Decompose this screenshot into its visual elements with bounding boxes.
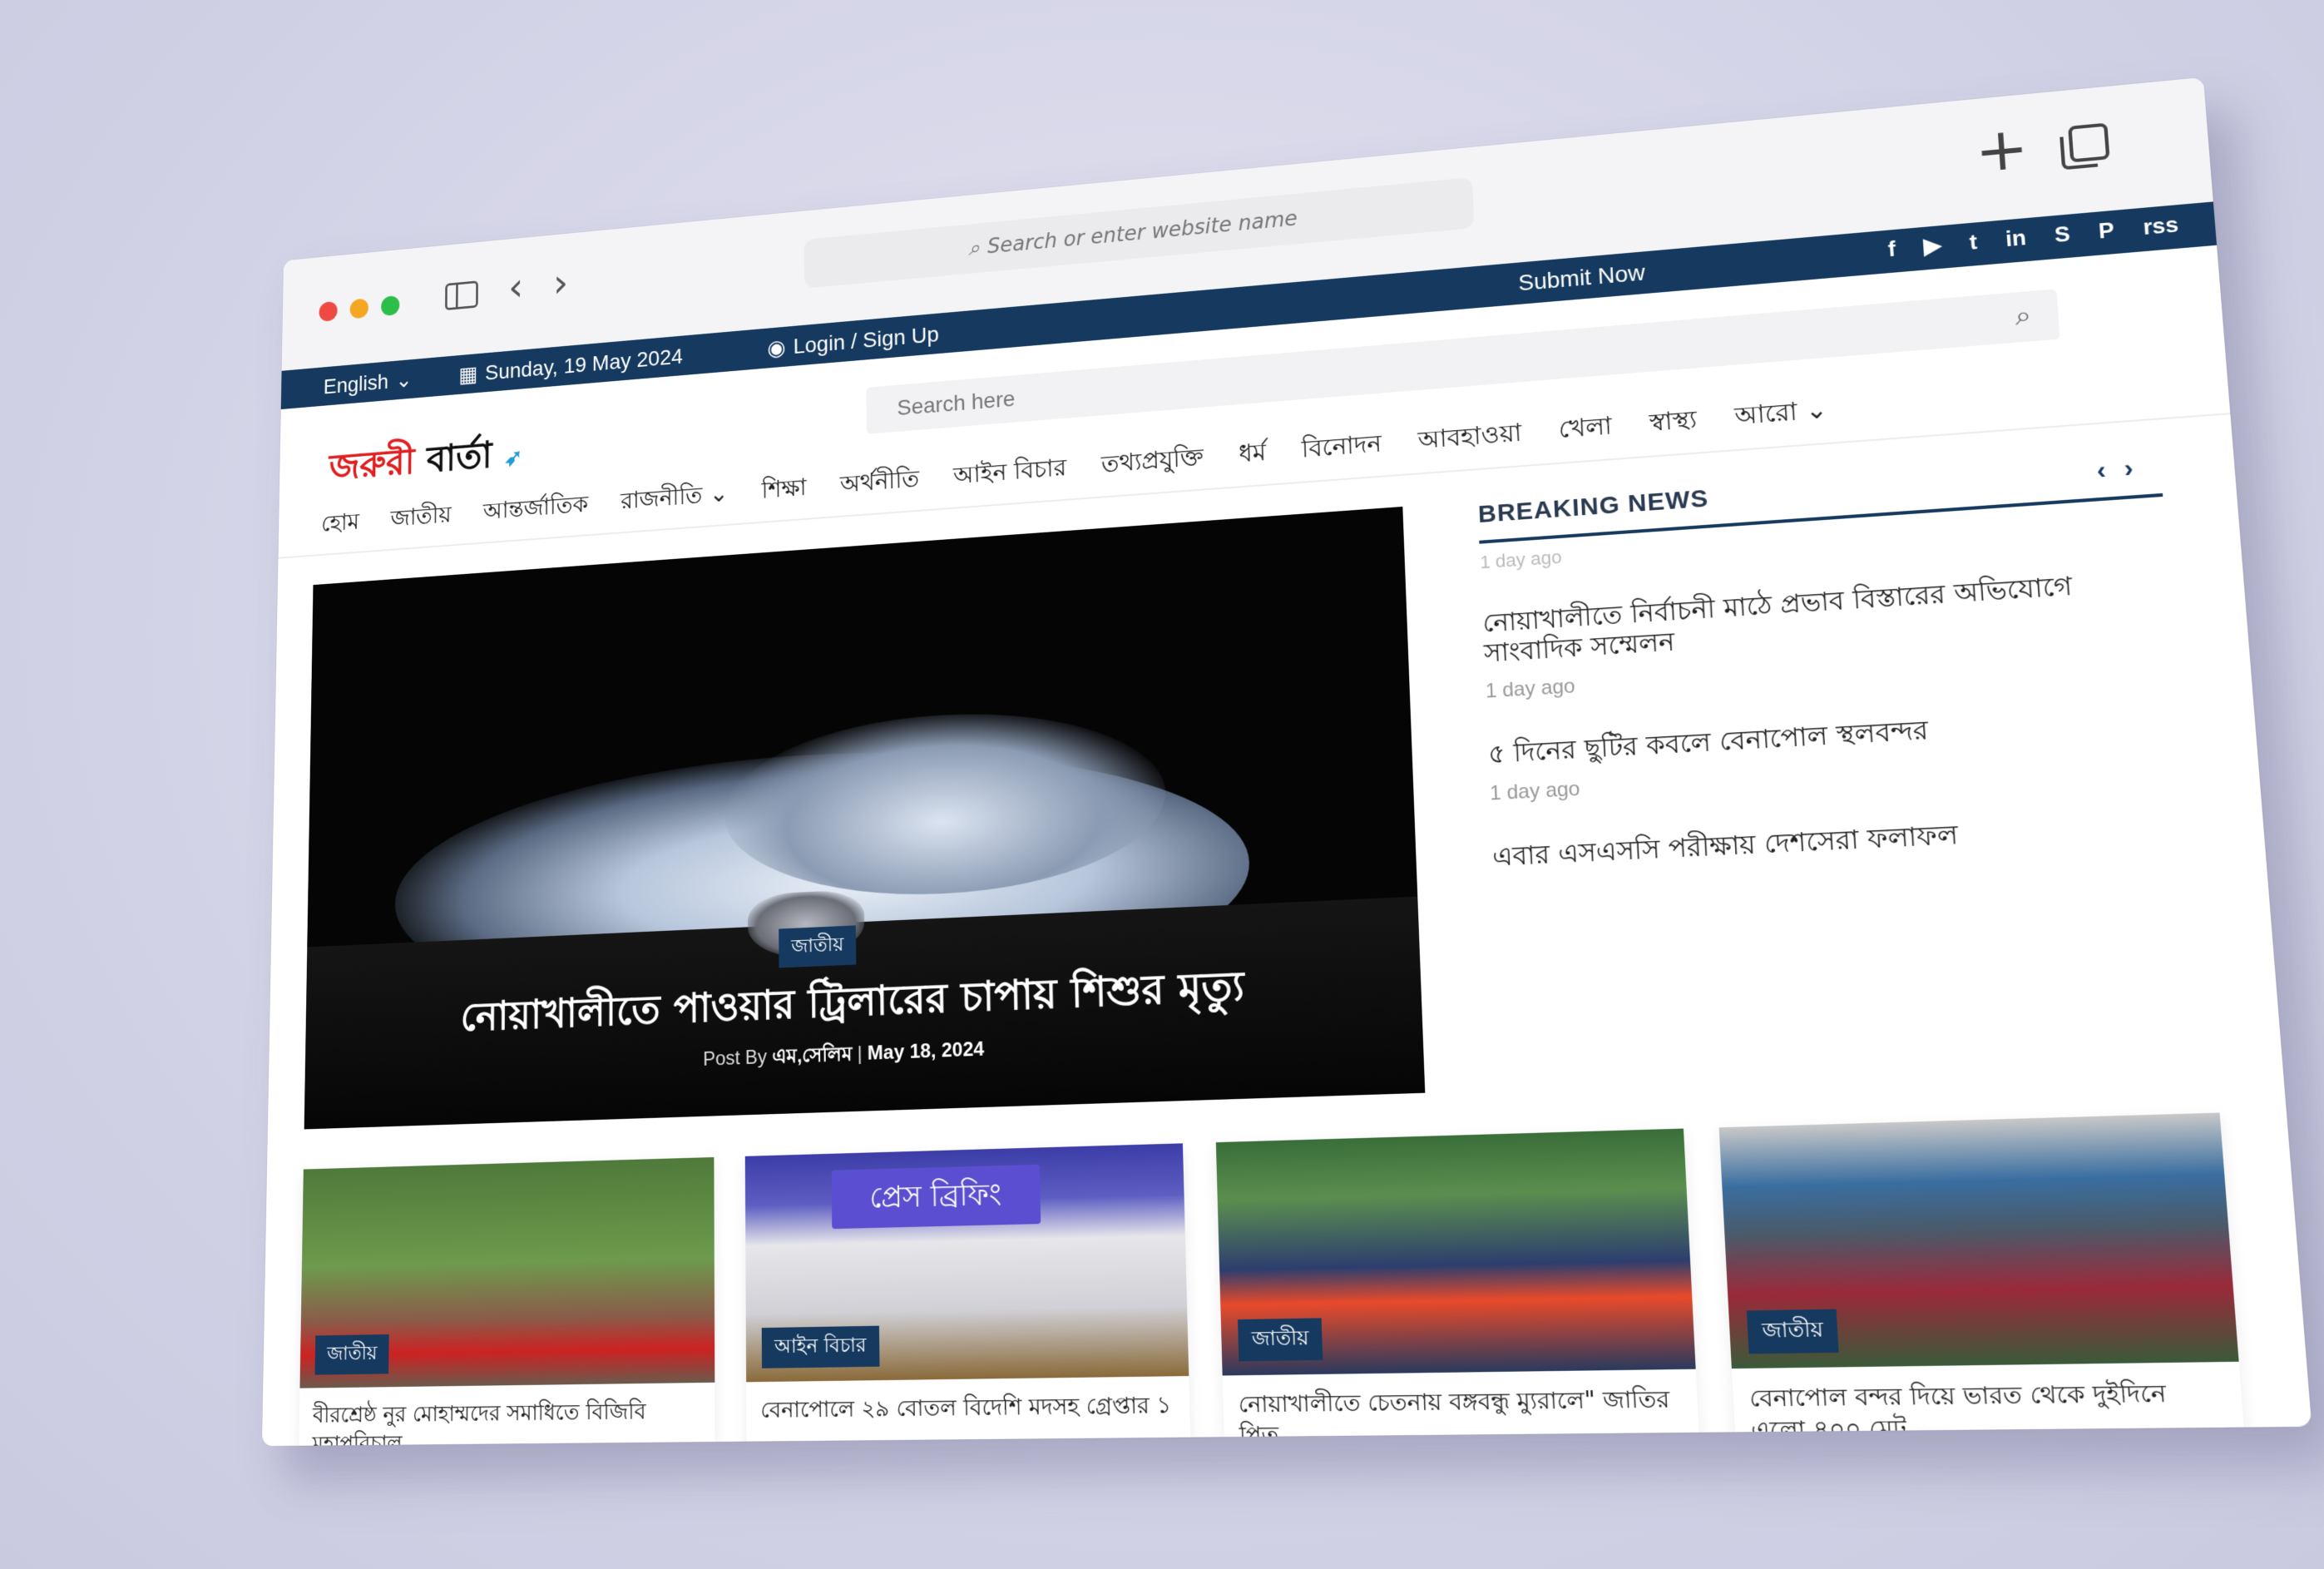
card-image[interactable]: জাতীয়: [1718, 1112, 2239, 1369]
news-card[interactable]: প্রেস ব্রিফিং আইন বিচার বেনাপোলে ২৯ বোতল…: [744, 1143, 1192, 1447]
nav-item-technology[interactable]: তথ্যপ্রযুক্তি: [1100, 438, 1204, 486]
search-input[interactable]: Search here: [897, 386, 1015, 421]
maximize-window-button[interactable]: [381, 294, 400, 317]
nav-item-education[interactable]: শিক্ষা: [761, 468, 806, 512]
login-link[interactable]: ◉ Login / Sign Up: [767, 321, 939, 361]
next-arrow-icon[interactable]: ›: [2123, 453, 2152, 483]
breaking-news: BREAKING NEWS ‹› 1 day ago নোয়াখালীতে ন…: [1477, 452, 2189, 874]
chevron-down-icon: ⌄: [395, 367, 413, 393]
news-cards: জাতীয় বীরশ্রেষ্ঠ নুর মোহাম্মদের সমাধিতে…: [298, 1112, 2249, 1447]
nav-item-religion[interactable]: ধর্ম: [1239, 433, 1267, 476]
sidebar-toggle-icon[interactable]: [445, 280, 478, 311]
linkedin-icon[interactable]: in: [2005, 225, 2027, 252]
nav-item-sports[interactable]: খেলা: [1558, 406, 1613, 452]
submit-label: Submit Now: [1517, 260, 1646, 296]
news-card[interactable]: জাতীয় নোয়াখালীতে চেতনায় বঙ্গবন্ধু ম্য…: [1215, 1128, 1702, 1447]
card-caption[interactable]: নোয়াখালীতে চেতনায় বঙ্গবন্ধু ম্যুরালে" …: [1223, 1369, 1702, 1447]
card-caption[interactable]: বীরশ্রেষ্ঠ নুর মোহাম্মদের সমাধিতে বিজিবি…: [298, 1383, 715, 1446]
press-briefing-sign: প্রেস ব্রিফিং: [831, 1164, 1041, 1230]
card-image[interactable]: প্রেস ব্রিফিং আইন বিচার: [744, 1143, 1189, 1383]
language-label: English: [323, 369, 389, 398]
nav-item-home[interactable]: হোম: [321, 503, 359, 545]
hero-date: May 18, 2024: [867, 1037, 985, 1065]
back-arrow-icon[interactable]: ‹: [508, 265, 523, 310]
nav-item-more[interactable]: আরো ⌄: [1733, 389, 1828, 438]
language-selector[interactable]: English ⌄: [324, 367, 413, 399]
hero-article[interactable]: জাতীয় নোয়াখালীতে পাওয়ার ট্রিলারের চাপ…: [304, 506, 1426, 1130]
hero-author[interactable]: এম,সেলিম: [772, 1043, 852, 1068]
post-by-label: Post By: [703, 1046, 768, 1071]
submit-now-link[interactable]: Submit Now: [1518, 260, 1646, 296]
twitter-icon[interactable]: t: [1969, 229, 1978, 255]
login-label: Login / Sign Up: [793, 321, 940, 359]
nav-item-health[interactable]: স্বাস্থ্য: [1649, 399, 1698, 445]
site-logo[interactable]: জরুরী বার্তা ➶: [329, 425, 522, 500]
search-icon: ⌕: [968, 235, 981, 260]
nav-item-international[interactable]: আন্তর্জাতিক: [483, 485, 588, 532]
current-date: Sunday, 19 May 2024: [484, 344, 683, 384]
logo-text-red: জরুরী: [329, 439, 415, 489]
user-icon: ◉: [767, 334, 786, 361]
card-caption[interactable]: বেনাপোলে ২৯ বোতল বিদেশি মদসহ গ্রেপ্তার ১: [746, 1376, 1192, 1446]
address-bar-placeholder: Search or enter website name: [986, 206, 1298, 260]
logo-bird-icon: ➶: [504, 443, 523, 473]
search-icon[interactable]: ⌕: [2015, 299, 2033, 333]
news-card[interactable]: জাতীয় বেনাপোল বন্দর দিয়ে ভারত থেকে দুই…: [1718, 1112, 2249, 1447]
logo-text-black: বার্তা: [426, 433, 492, 482]
breaking-item[interactable]: ৫ দিনের ছুটির কবলে বেনাপোল স্থলবন্দর 1 d…: [1487, 702, 2183, 806]
nav-item-law[interactable]: আইন বিচার: [953, 448, 1067, 497]
breaking-news-arrows: ‹›: [2096, 453, 2153, 485]
card-image[interactable]: জাতীয়: [1215, 1128, 1696, 1376]
card-category-badge[interactable]: জাতীয়: [314, 1334, 390, 1375]
calendar-icon: ▦: [458, 362, 478, 387]
pinterest-icon[interactable]: P: [2098, 217, 2115, 245]
breaking-item[interactable]: এবার এসএসসি পরীক্ষায় দেশসেরা ফলাফল: [1492, 809, 2189, 873]
mockup-stage: ‹ › ⌕ Search or enter website name + Eng…: [0, 0, 2324, 1569]
minimize-window-button[interactable]: [349, 298, 369, 319]
nav-item-economy[interactable]: অর্থনীতি: [840, 459, 920, 505]
card-category-badge[interactable]: আইন বিচার: [761, 1325, 880, 1369]
nav-item-entertainment[interactable]: বিনোদন: [1301, 423, 1382, 471]
skype-icon[interactable]: S: [2054, 221, 2071, 249]
youtube-icon[interactable]: ▶: [1923, 232, 1942, 259]
forward-arrow-icon[interactable]: ›: [553, 260, 568, 307]
nav-item-national[interactable]: জাতীয়: [390, 496, 452, 539]
browser-window: ‹ › ⌕ Search or enter website name + Eng…: [261, 77, 2312, 1447]
prev-arrow-icon[interactable]: ‹: [2096, 455, 2125, 485]
news-card[interactable]: জাতীয় বীরশ্রেষ্ঠ নুর মোহাম্মদের সমাধিতে…: [298, 1156, 715, 1447]
breaking-news-title: BREAKING NEWS: [1477, 484, 1710, 528]
hero-category-badge[interactable]: জাতীয়: [779, 925, 857, 968]
meta-separator: |: [857, 1042, 863, 1066]
facebook-icon[interactable]: f: [1887, 236, 1896, 262]
close-window-button[interactable]: [319, 300, 338, 322]
rss-icon[interactable]: rss: [2142, 211, 2179, 240]
address-bar[interactable]: ⌕ Search or enter website name: [804, 177, 1475, 289]
breaking-item-title[interactable]: এবার এসএসসি পরীক্ষায় দেশসেরা ফলাফল: [1492, 809, 2189, 873]
card-caption[interactable]: বেনাপোল বন্দর দিয়ে ভারত থেকে দুইদিনে এল…: [1732, 1362, 2248, 1446]
nav-item-politics[interactable]: রাজনীতি ⌄: [621, 474, 729, 522]
card-category-badge[interactable]: জাতীয়: [1237, 1318, 1323, 1362]
breaking-item[interactable]: নোয়াখালীতে নির্বাচনী মাঠে প্রভাব বিস্তা…: [1482, 566, 2176, 704]
card-category-badge[interactable]: জাতীয়: [1746, 1309, 1840, 1354]
new-tab-icon[interactable]: +: [1973, 112, 2031, 186]
card-image[interactable]: জাতীয়: [299, 1156, 715, 1388]
nav-item-weather[interactable]: আবহাওয়া: [1417, 413, 1523, 462]
tab-overview-icon[interactable]: [2068, 122, 2110, 163]
